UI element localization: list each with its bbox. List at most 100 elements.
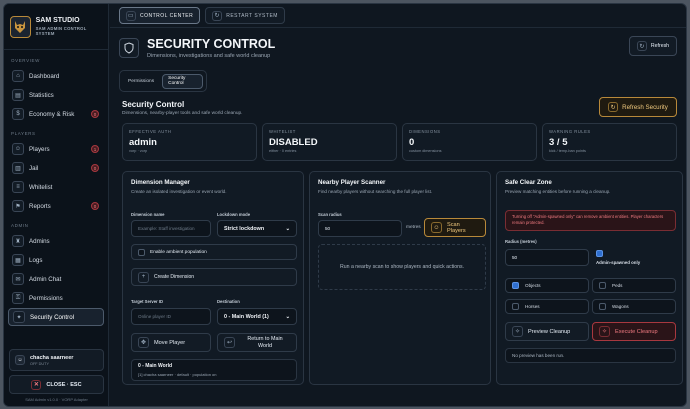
- monitor-icon: ▭: [126, 10, 136, 21]
- sidebar-item-label: Permissions: [29, 294, 63, 302]
- stat-sub: either · 0 entries: [269, 149, 297, 153]
- option-objects[interactable]: Objects: [505, 278, 589, 293]
- list-icon: ≡: [12, 181, 24, 193]
- home-icon: ⌂: [12, 70, 24, 82]
- sidebar-item-reports[interactable]: ⚑ Reports 0: [8, 197, 104, 215]
- sidebar-item-label: Players: [29, 145, 50, 153]
- stat-label: EFFECTIVE AUTH: [129, 129, 172, 134]
- stat-label: DIMENSIONS: [409, 129, 441, 134]
- stat-sub: custom dimensions: [409, 149, 442, 153]
- sidebar-item-permissions[interactable]: ⚿ Permissions: [8, 289, 104, 307]
- control-center-label: CONTROL CENTER: [140, 12, 194, 19]
- destination-select[interactable]: 0 - Main World (1) ⌄: [217, 308, 297, 325]
- close-button[interactable]: ✕ CLOSE · ESC: [9, 375, 104, 394]
- users-icon: ☺: [12, 143, 24, 155]
- chevron-down-icon: ⌄: [285, 225, 290, 232]
- checkbox[interactable]: [512, 282, 519, 289]
- dimension-name-input[interactable]: Example: Staff investigation: [131, 220, 211, 237]
- sidebar-item-label: Security Control: [30, 313, 75, 321]
- restart-icon: ↻: [212, 10, 223, 21]
- restart-system-button[interactable]: ↻ RESTART SYSTEM: [205, 7, 285, 24]
- sidebar-item-label: Whitelist: [29, 183, 53, 191]
- panel-subtitle: Preview matching entities before running…: [505, 189, 611, 194]
- sidebar-item-label: Jail: [29, 164, 39, 172]
- scan-players-button[interactable]: ☺ Scan Players: [424, 218, 486, 237]
- refresh-security-button[interactable]: ↻ Refresh Security: [599, 97, 677, 117]
- checkbox[interactable]: [138, 248, 145, 256]
- sidebar-item-dashboard[interactable]: ⌂ Dashboard: [8, 67, 104, 85]
- destination-value: 0 - Main World (1): [224, 313, 269, 320]
- tab-security-control[interactable]: Security Control: [162, 73, 203, 89]
- count-badge: 0: [91, 164, 99, 172]
- warning-banner: Turning off "Admin-spawned only" can rem…: [505, 210, 676, 231]
- player-scanner-panel: Nearby Player Scanner Find nearby player…: [309, 171, 491, 385]
- target-id-input[interactable]: Online player ID: [131, 308, 211, 325]
- panel-title: Dimension Manager: [131, 179, 190, 186]
- safe-clear-zone-panel: Safe Clear Zone Preview matching entitie…: [496, 171, 683, 385]
- control-center-button[interactable]: ▭ CONTROL CENTER: [119, 7, 201, 24]
- sidebar-item-whitelist[interactable]: ≡ Whitelist: [8, 178, 104, 196]
- sidebar-item-logs[interactable]: ▦ Logs: [8, 251, 104, 269]
- sidebar-item-admins[interactable]: ♜ Admins: [8, 232, 104, 250]
- stat-card: WARNING RULES 3 / 5 kick / temp-ban points: [542, 123, 677, 161]
- key-icon: ⚿: [12, 292, 24, 304]
- return-main-world-button[interactable]: ↩ Return to Main World: [217, 333, 297, 352]
- section-title: Security Control: [122, 100, 185, 109]
- option-horses[interactable]: Horses: [505, 299, 589, 314]
- sidebar-item-economy[interactable]: $ Economy & Risk 0: [8, 105, 104, 123]
- app-window: SAM STUDIO SAM ADMIN CONTROL SYSTEM OVER…: [3, 3, 687, 407]
- refresh-icon: ↻: [608, 102, 619, 112]
- brand: SAM STUDIO SAM ADMIN CONTROL SYSTEM: [4, 4, 108, 50]
- sidebar-item-jail[interactable]: ▥ Jail 0: [8, 159, 104, 177]
- main-content: ▭ CONTROL CENTER ↻ RESTART SYSTEM SECURITY…: [110, 4, 686, 406]
- sparkle-icon: ✧: [599, 326, 610, 337]
- preview-status: No preview has been run.: [505, 348, 676, 363]
- user-status: OFF DUTY: [30, 361, 49, 366]
- move-player-button[interactable]: ✥ Move Player: [131, 333, 211, 352]
- sidebar-item-security-control[interactable]: ✦ Security Control: [8, 308, 104, 326]
- sidebar-item-players[interactable]: ☺ Players 1: [8, 140, 104, 158]
- checkbox[interactable]: [599, 282, 606, 289]
- refresh-button[interactable]: ↻ Refresh: [629, 36, 677, 56]
- clear-radius-input[interactable]: 50: [505, 249, 589, 266]
- sidebar-item-label: Reports: [29, 202, 51, 210]
- tab-permissions[interactable]: Permissions: [123, 74, 159, 89]
- panel-subtitle: Find nearby players without searching th…: [318, 189, 433, 194]
- stat-sub: kick / temp-ban points: [549, 149, 586, 153]
- chat-icon: ✉: [12, 273, 24, 285]
- scan-radius-label: Scan radius: [318, 212, 342, 217]
- option-wagons[interactable]: Wagons: [592, 299, 676, 314]
- checkbox[interactable]: [512, 303, 519, 310]
- preview-cleanup-button[interactable]: ✧ Preview Cleanup: [505, 322, 589, 341]
- option-peds[interactable]: Peds: [592, 278, 676, 293]
- refresh-label: Refresh: [650, 43, 670, 49]
- sidebar-item-label: Economy & Risk: [29, 110, 75, 118]
- stat-value: admin: [129, 137, 157, 148]
- return-icon: ↩: [224, 337, 235, 348]
- tab-bar: Permissions Security Control: [119, 70, 207, 92]
- execute-cleanup-button[interactable]: ✧ Execute Cleanup: [592, 322, 676, 341]
- option-label: Objects: [525, 283, 541, 288]
- sidebar-item-statistics[interactable]: ▤ Statistics: [8, 86, 104, 104]
- stat-label: WARNING RULES: [549, 129, 591, 134]
- ambient-population-toggle[interactable]: Enable ambient population: [131, 244, 297, 260]
- plus-icon: +: [138, 271, 149, 283]
- version-text: SAM Admin v1.0.0 · VORP Adapter: [25, 397, 88, 402]
- page-subtitle: Dimensions, investigations and safe worl…: [147, 53, 271, 59]
- sidebar-item-admin-chat[interactable]: ✉ Admin Chat: [8, 270, 104, 288]
- sidebar-item-label: Admin Chat: [29, 275, 62, 283]
- stat-card: WHITELIST DISABLED either · 0 entries: [262, 123, 397, 161]
- execute-label: Execute Cleanup: [615, 328, 658, 335]
- checkbox[interactable]: [599, 303, 606, 310]
- option-label: Wagons: [612, 304, 629, 309]
- sidebar-item-label: Admins: [29, 237, 50, 245]
- admin-only-checkbox[interactable]: [596, 250, 603, 257]
- stats-row: EFFECTIVE AUTH admin vorp · vorp WHITELIST…: [122, 123, 677, 161]
- lockdown-select[interactable]: Strict lockdown ⌄: [217, 220, 297, 237]
- stat-sub: vorp · vorp: [129, 149, 148, 153]
- create-dimension-button[interactable]: + Create Dimension: [131, 268, 297, 286]
- scan-radius-input[interactable]: 50: [318, 220, 402, 237]
- count-badge: 0: [91, 202, 99, 210]
- section-overview: OVERVIEW: [11, 58, 40, 63]
- page-title: SECURITY CONTROL: [147, 37, 276, 51]
